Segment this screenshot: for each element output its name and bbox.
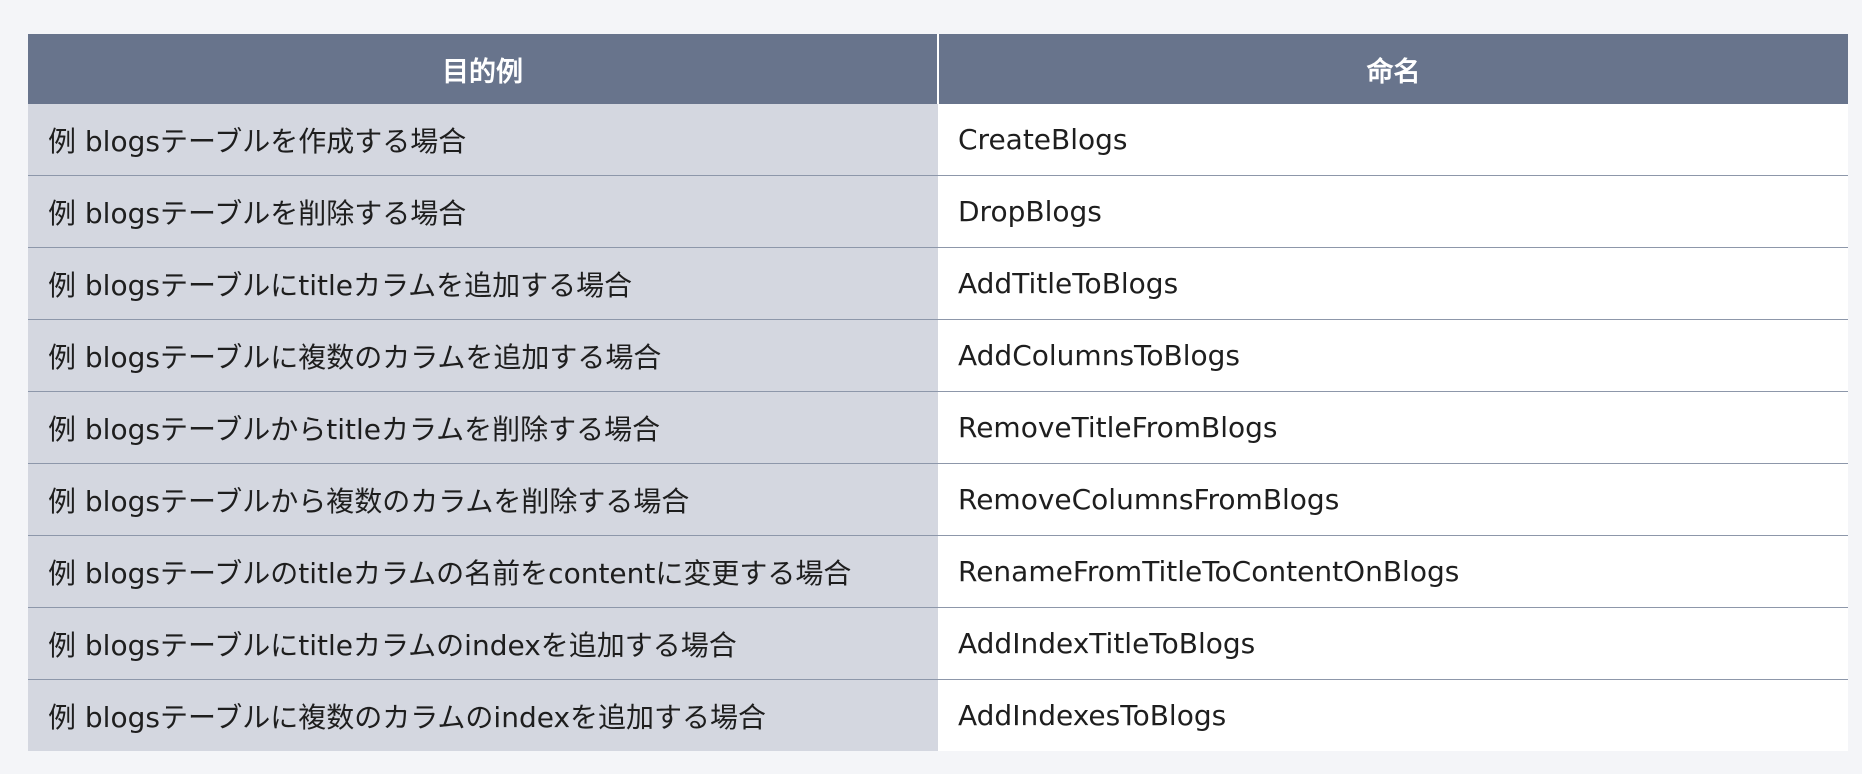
purpose-cell: 例 blogsテーブルを作成する場合: [28, 104, 938, 176]
purpose-cell: 例 blogsテーブルにtitleカラムを追加する場合: [28, 247, 938, 320]
table-row: 例 blogsテーブルに複数のカラムを追加する場合 AddColumnsToBl…: [28, 319, 1848, 392]
name-cell: AddColumnsToBlogs: [938, 319, 1848, 392]
table-row: 例 blogsテーブルに複数のカラムのindexを追加する場合 AddIndex…: [28, 679, 1848, 751]
name-cell: DropBlogs: [938, 175, 1848, 248]
table-body: 例 blogsテーブルを作成する場合 CreateBlogs 例 blogsテー…: [28, 104, 1848, 751]
name-cell: CreateBlogs: [938, 104, 1848, 176]
table-row: 例 blogsテーブルにtitleカラムを追加する場合 AddTitleToBl…: [28, 247, 1848, 320]
naming-table-container: 目的例 命名 例 blogsテーブルを作成する場合 CreateBlogs 例 …: [28, 34, 1848, 751]
purpose-cell: 例 blogsテーブルのtitleカラムの名前をcontentに変更する場合: [28, 535, 938, 608]
table-row: 例 blogsテーブルを削除する場合 DropBlogs: [28, 175, 1848, 248]
name-cell: AddTitleToBlogs: [938, 247, 1848, 320]
purpose-cell: 例 blogsテーブルに複数のカラムのindexを追加する場合: [28, 679, 938, 751]
purpose-cell: 例 blogsテーブルにtitleカラムのindexを追加する場合: [28, 607, 938, 680]
header-purpose: 目的例: [28, 34, 939, 104]
name-cell: RenameFromTitleToContentOnBlogs: [938, 535, 1848, 608]
header-row: 目的例 命名: [28, 34, 1848, 104]
name-cell: RemoveColumnsFromBlogs: [938, 463, 1848, 536]
name-cell: AddIndexesToBlogs: [938, 679, 1848, 751]
header-name: 命名: [938, 34, 1848, 104]
purpose-cell: 例 blogsテーブルから複数のカラムを削除する場合: [28, 463, 938, 536]
table-row: 例 blogsテーブルにtitleカラムのindexを追加する場合 AddInd…: [28, 607, 1848, 680]
migration-naming-table: 目的例 命名 例 blogsテーブルを作成する場合 CreateBlogs 例 …: [28, 34, 1848, 751]
purpose-cell: 例 blogsテーブルからtitleカラムを削除する場合: [28, 391, 938, 464]
purpose-cell: 例 blogsテーブルに複数のカラムを追加する場合: [28, 319, 938, 392]
table-row: 例 blogsテーブルからtitleカラムを削除する場合 RemoveTitle…: [28, 391, 1848, 464]
table-row: 例 blogsテーブルから複数のカラムを削除する場合 RemoveColumns…: [28, 463, 1848, 536]
name-cell: AddIndexTitleToBlogs: [938, 607, 1848, 680]
table-header: 目的例 命名: [28, 34, 1848, 104]
table-row: 例 blogsテーブルのtitleカラムの名前をcontentに変更する場合 R…: [28, 535, 1848, 608]
table-row: 例 blogsテーブルを作成する場合 CreateBlogs: [28, 104, 1848, 176]
name-cell: RemoveTitleFromBlogs: [938, 391, 1848, 464]
purpose-cell: 例 blogsテーブルを削除する場合: [28, 175, 938, 248]
